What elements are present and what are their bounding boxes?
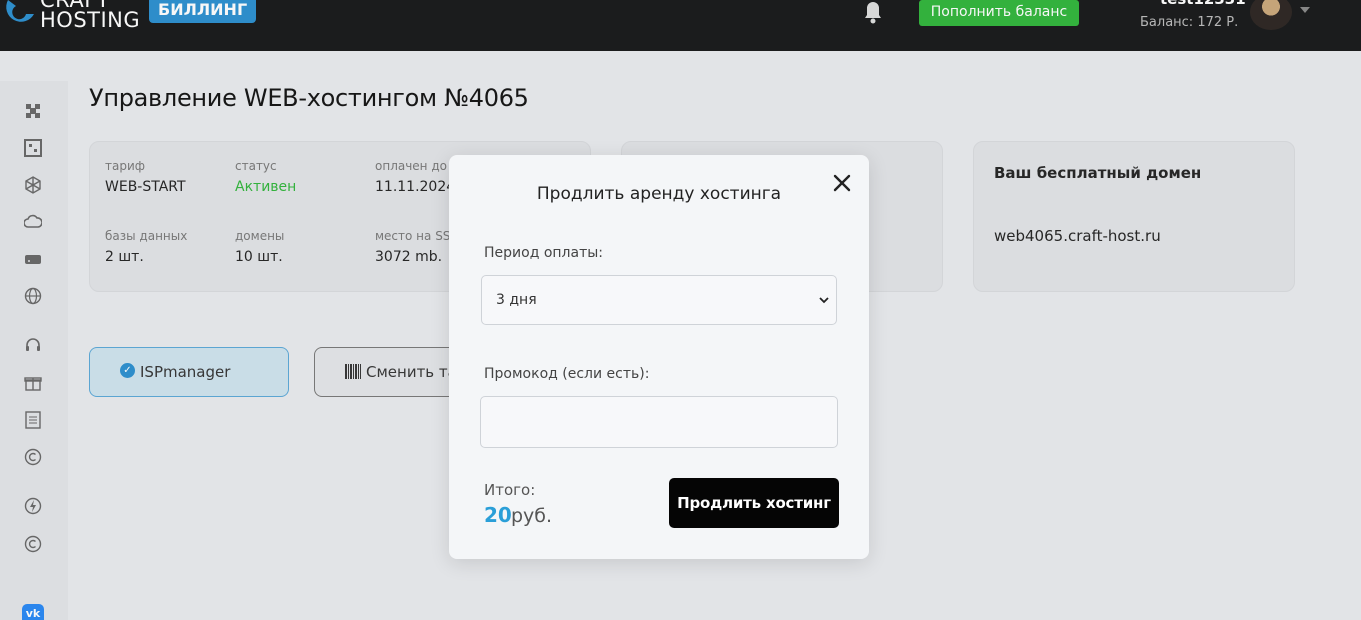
extend-hosting-modal: Продлить аренду хостинга Период оплаты: … (449, 155, 869, 559)
extend-hosting-button[interactable]: Продлить хостинг (669, 478, 839, 528)
promo-input[interactable] (480, 396, 838, 448)
period-select-value: 3 дня (496, 292, 537, 308)
period-label: Период оплаты: (484, 245, 603, 261)
total-amount: 20 (484, 503, 512, 527)
period-select[interactable]: 3 дня (481, 275, 837, 325)
close-icon[interactable] (832, 173, 852, 193)
total-label: Итого: (484, 481, 536, 499)
total-currency: руб. (511, 505, 553, 527)
promo-label: Промокод (если есть): (484, 366, 650, 382)
modal-title: Продлить аренду хостинга (536, 184, 782, 204)
chevron-down-icon (819, 297, 829, 304)
